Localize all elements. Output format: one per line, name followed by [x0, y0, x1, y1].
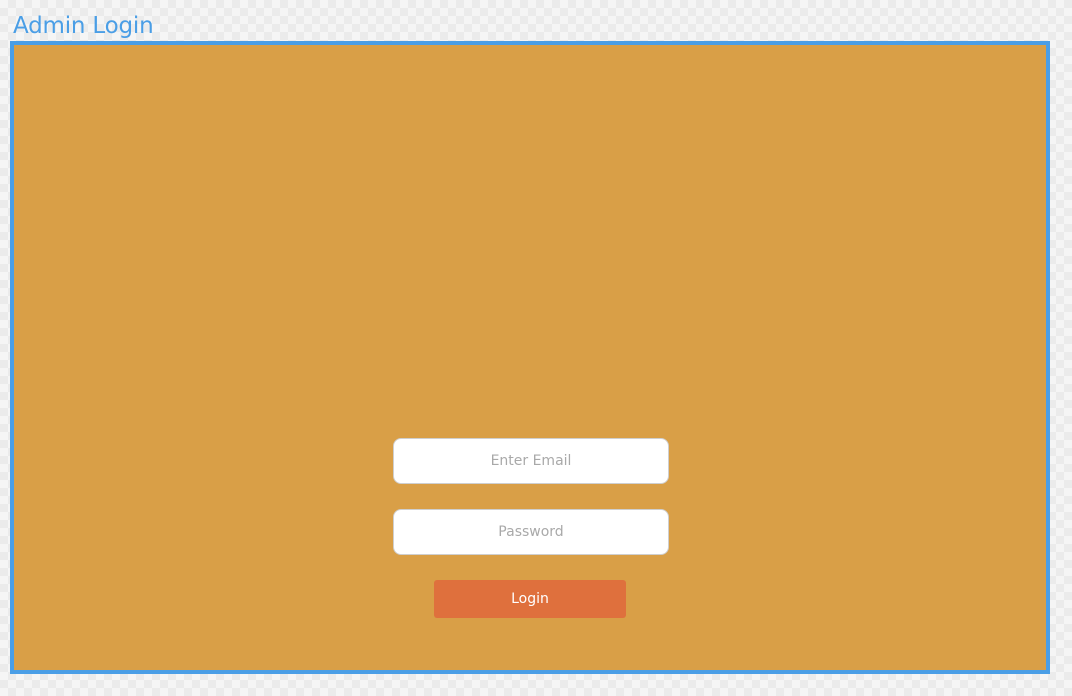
password-input[interactable]: [393, 509, 669, 555]
login-frame: Login: [10, 41, 1050, 674]
frame-title: Admin Login: [13, 13, 154, 39]
login-button[interactable]: Login: [434, 580, 626, 618]
email-input[interactable]: [393, 438, 669, 484]
login-form: Login: [14, 45, 1046, 670]
